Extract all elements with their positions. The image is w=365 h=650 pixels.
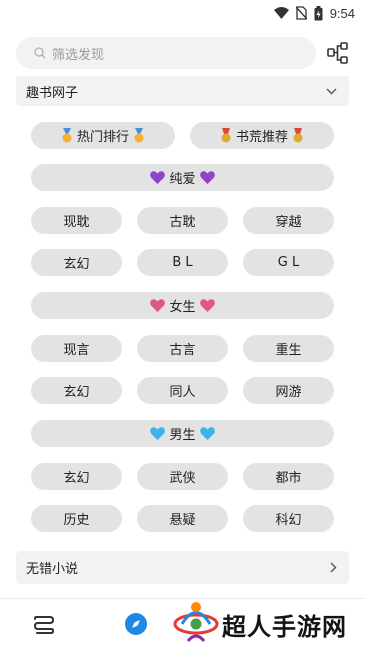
- blue-heart-icon: [150, 427, 166, 440]
- category-danmei-label: 纯爱: [169, 172, 196, 187]
- hot-rank-label: 热门排行: [76, 130, 129, 145]
- watermark-logo: [173, 602, 219, 642]
- tag-label: 重生: [275, 343, 302, 358]
- tag-button[interactable]: 科幻: [243, 505, 334, 532]
- tag-label: 网游: [275, 385, 302, 400]
- tag-label: 玄幻: [63, 257, 90, 272]
- medal-icon: [134, 128, 144, 143]
- tag-button[interactable]: 重生: [243, 335, 334, 362]
- tag-label: 穿越: [275, 215, 302, 230]
- tag-label: 现耽: [63, 215, 90, 230]
- tag-button[interactable]: 武侠: [137, 463, 228, 490]
- search-row: 筛选发现: [16, 36, 349, 70]
- tag-label: 武侠: [169, 471, 196, 486]
- military-medal-icon: [221, 128, 231, 143]
- tag-button[interactable]: 历史: [31, 505, 122, 532]
- tag-button[interactable]: 网游: [243, 377, 334, 404]
- book-recommend-label: 书荒推荐: [235, 130, 288, 145]
- chevron-down-icon: [326, 88, 337, 94]
- tag-button[interactable]: 悬疑: [137, 505, 228, 532]
- tag-button[interactable]: 现言: [31, 335, 122, 362]
- category-female-header[interactable]: 女生: [31, 292, 334, 319]
- battery-icon: [314, 5, 323, 20]
- section-header-wucuo[interactable]: 无错小说: [16, 551, 349, 584]
- watermark-text: 超人手游网: [222, 613, 347, 641]
- tag-label: 古言: [169, 343, 196, 358]
- military-medal-icon: [293, 128, 303, 143]
- blue-heart-icon: [199, 427, 215, 440]
- tag-label: 现言: [63, 343, 90, 358]
- search-input[interactable]: 筛选发现: [16, 37, 316, 69]
- tag-button[interactable]: 玄幻: [31, 377, 122, 404]
- search-icon: [34, 47, 46, 59]
- wifi-icon: [273, 7, 289, 19]
- tag-button[interactable]: 同人: [137, 377, 228, 404]
- no-sim-icon: [295, 6, 307, 20]
- bottom-nav: 超人手游网: [0, 598, 365, 650]
- section-title: 无错小说: [26, 562, 79, 577]
- tag-button[interactable]: 古耽: [137, 207, 228, 234]
- section-header-qushu[interactable]: 趣书网子: [16, 76, 349, 106]
- tag-label: 历史: [63, 513, 90, 528]
- tag-button[interactable]: 玄幻: [31, 249, 122, 276]
- tag-button[interactable]: B L: [137, 249, 228, 276]
- tag-label: 同人: [169, 385, 196, 400]
- book-recommend-button[interactable]: 书荒推荐: [190, 122, 334, 149]
- chevron-right-icon: [330, 562, 337, 573]
- category-danmei-header[interactable]: 纯爱: [31, 164, 334, 191]
- tag-button[interactable]: 古言: [137, 335, 228, 362]
- category-female-label: 女生: [169, 300, 196, 315]
- medal-icon: [62, 128, 72, 143]
- tag-button[interactable]: 穿越: [243, 207, 334, 234]
- section-title: 趣书网子: [26, 85, 79, 101]
- purple-heart-icon: [150, 171, 166, 184]
- category-male-label: 男生: [169, 428, 196, 443]
- filter-tree-icon[interactable]: [327, 42, 349, 64]
- tag-label: 悬疑: [169, 513, 196, 528]
- tag-label: B L: [172, 255, 193, 270]
- tag-button[interactable]: 现耽: [31, 207, 122, 234]
- tag-button[interactable]: 都市: [243, 463, 334, 490]
- bookshelf-menu-icon[interactable]: [32, 613, 56, 635]
- tag-label: 科幻: [275, 513, 302, 528]
- tag-label: G L: [277, 255, 300, 270]
- purple-heart-icon: [199, 171, 215, 184]
- compass-icon[interactable]: [124, 612, 148, 636]
- search-placeholder: 筛选发现: [52, 47, 105, 63]
- pink-heart-icon: [199, 299, 215, 312]
- clock: 9:54: [329, 5, 355, 21]
- hot-rank-button[interactable]: 热门排行: [31, 122, 175, 149]
- status-bar: 9:54: [0, 0, 365, 26]
- tag-button[interactable]: G L: [243, 249, 334, 276]
- tag-label: 玄幻: [63, 385, 90, 400]
- category-male-header[interactable]: 男生: [31, 420, 334, 447]
- tag-button[interactable]: 玄幻: [31, 463, 122, 490]
- tag-label: 玄幻: [63, 471, 90, 486]
- tag-label: 都市: [275, 471, 302, 486]
- pink-heart-icon: [150, 299, 166, 312]
- tag-label: 古耽: [169, 215, 196, 230]
